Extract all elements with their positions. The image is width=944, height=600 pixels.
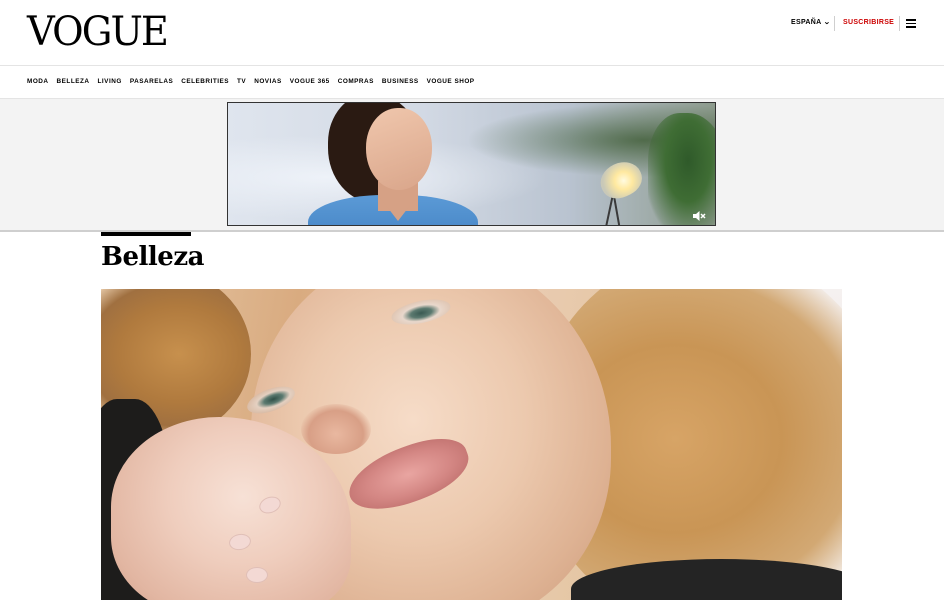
nav-item-business[interactable]: BUSINESS	[382, 77, 419, 87]
nav-item-compras[interactable]: COMPRAS	[338, 77, 374, 87]
nav-item-moda[interactable]: MODA	[27, 77, 49, 87]
nav-item-belleza[interactable]: BELLEZA	[57, 77, 90, 87]
vogue-logo[interactable]: VOGUE	[27, 9, 169, 55]
speaker-muted-icon[interactable]	[692, 209, 706, 221]
section-accent-bar	[101, 232, 191, 236]
ad-video-banner[interactable]	[227, 102, 716, 226]
subscribe-link[interactable]: SUSCRIBIRSE	[843, 17, 894, 29]
nav-item-pasarelas[interactable]: PASARELAS	[130, 77, 173, 87]
nav-item-celebrities[interactable]: CELEBRITIES	[181, 77, 229, 87]
nav-item-novias[interactable]: NOVIAS	[254, 77, 282, 87]
nav-list: MODA BELLEZA LIVING PASARELAS CELEBRITIE…	[27, 77, 475, 87]
edition-label: ESPAÑA	[791, 19, 822, 26]
chevron-down-icon: ⌄	[823, 19, 832, 26]
divider	[834, 16, 835, 31]
site-header: VOGUE ESPAÑA ⌄ SUSCRIBIRSE	[0, 0, 944, 66]
nav-item-vogue-shop[interactable]: VOGUE SHOP	[427, 77, 475, 87]
main-nav: MODA BELLEZA LIVING PASARELAS CELEBRITIE…	[0, 66, 944, 99]
nav-item-living[interactable]: LIVING	[98, 77, 122, 87]
nav-item-vogue-365[interactable]: VOGUE 365	[290, 77, 330, 87]
woman-portrait	[366, 108, 432, 190]
nav-item-tv[interactable]: TV	[237, 77, 246, 87]
ad-banner-area	[0, 99, 944, 232]
hero-image[interactable]	[101, 289, 842, 600]
hamburger-menu-icon[interactable]	[906, 18, 917, 28]
divider	[899, 16, 900, 31]
edition-selector[interactable]: ESPAÑA ⌄	[791, 17, 831, 29]
page-title: Belleza	[101, 242, 204, 272]
